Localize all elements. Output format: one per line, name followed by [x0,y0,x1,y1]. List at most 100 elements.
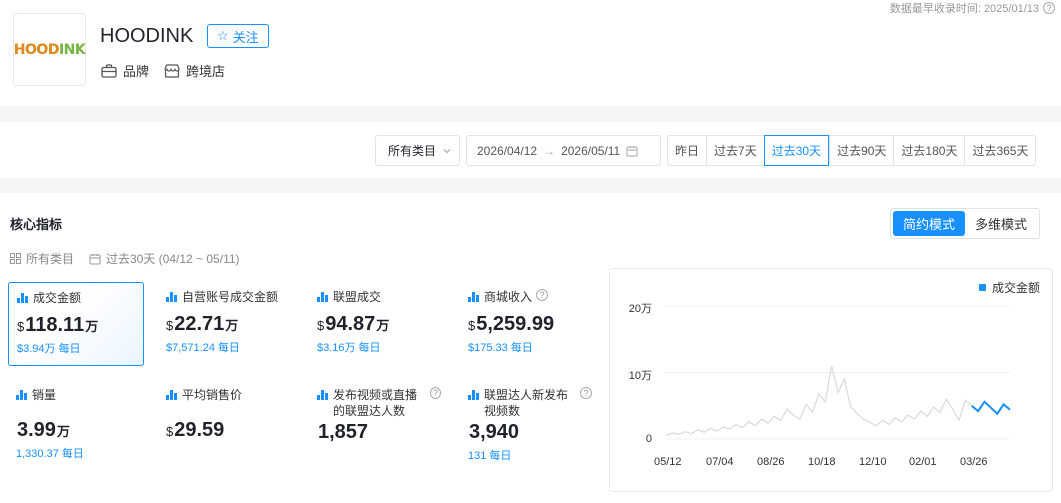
crumb-category: 所有类目 [10,250,74,267]
brand-type-tag: 品牌 [101,61,149,80]
bar-chart-icon [468,291,480,302]
help-icon[interactable]: ? [1043,2,1055,14]
bar-chart-icon [317,291,329,302]
period-tabs: 昨日 过去7天 过去30天 过去90天 过去180天 过去365天 [667,135,1037,166]
section-title: 核心指标 [10,217,63,232]
bar-chart-icon [166,389,178,400]
date-start: 2026/04/12 [477,143,538,158]
metric-value: 94.87 [325,313,376,335]
metric-card[interactable]: 自营账号成交金额 $22.71 万 $7,571.24 每日 [158,282,298,366]
metric-card[interactable]: 平均销售价 $29.59 [158,380,298,464]
metric-label: 自营账号成交金额 [182,290,279,304]
metric-label: 发布视频或直播的联盟达人数 [333,388,418,418]
help-icon[interactable]: ? [536,289,549,301]
metric-card[interactable]: 联盟达人新发布视频数? 3,940 131 每日 [460,380,600,464]
star-icon: ☆ [217,28,229,43]
metric-value: 3,940 [469,421,520,443]
metric-label: 联盟达人新发布视频数 [484,388,569,418]
metric-label: 商城收入 [484,290,533,304]
period-yesterday[interactable]: 昨日 [668,136,706,165]
help-icon[interactable]: ? [430,387,441,399]
x-tick: 10/18 [808,456,836,468]
metric-card[interactable]: 成交金额 $118.11 万 $3.94万 每日 [8,282,144,366]
mode-simple[interactable]: 简约模式 [893,211,966,236]
chevron-down-icon [443,148,451,153]
metric-value: 5,259.99 [476,313,555,335]
metric-unit: 万 [376,318,390,333]
help-icon[interactable]: ? [580,387,592,399]
x-tick: 05/12 [654,456,682,468]
metric-currency: $ [166,318,174,333]
metric-card[interactable]: 销量 3.99 万 1,330.37 每日 [8,380,148,464]
metric-daily-value: $175.33 [468,342,508,354]
metric-daily-value: 1,330.37 [16,448,59,460]
record-time: 数据最早收录时间: 2025/01/13 ? [890,0,1055,16]
metric-card[interactable]: 发布视频或直播的联盟达人数? 1,857 [309,380,449,464]
metric-currency: $ [317,318,325,333]
metric-daily-value: $7,571.24 [166,342,215,354]
metric-card[interactable]: 联盟成交 $94.87 万 $3.16万 每日 [309,282,449,366]
mode-toggle: 简约模式 多维模式 [890,208,1041,239]
period-30d[interactable]: 过去30天 [763,135,830,166]
metric-unit: 万 [225,318,239,333]
follow-button[interactable]: ☆ 关注 [207,24,269,48]
metric-unit: 万 [85,319,99,334]
mode-multi[interactable]: 多维模式 [965,211,1037,236]
x-tick: 12/10 [859,456,887,468]
metric-daily-label: 每日 [58,343,81,355]
metric-daily-value: 131 [468,450,487,462]
metric-daily-value: $3.94万 [17,343,56,355]
store-type-label: 跨境店 [186,64,226,79]
period-365d[interactable]: 过去365天 [964,136,1035,165]
metric-label: 平均销售价 [182,388,243,402]
x-tick: 08/26 [757,456,785,468]
metric-value: 22.71 [174,313,225,335]
metric-label: 联盟成交 [333,290,382,304]
period-90d[interactable]: 过去90天 [829,136,893,165]
core-metrics-panel: 核心指标 简约模式 多维模式 所有类目 过去30天 (04/12 ~ 05/11… [0,193,1061,503]
bar-chart-icon [317,389,329,400]
metric-label: 成交金额 [33,291,82,305]
crumb-category-label: 所有类目 [26,252,75,266]
category-select-value: 所有类目 [388,144,437,158]
metric-value: 3.99 [17,419,56,441]
bar-chart-icon [166,291,178,302]
trend-chart: 成交金额 20万 10万 0 05/12 07/04 08/26 10/18 12/10… [609,268,1053,492]
filter-bar: 所有类目 2026/04/12 → 2026/05/11 昨日 过去7天 过去3… [0,122,1061,178]
store-type-tag: 跨境店 [164,61,225,80]
x-tick: 07/04 [706,456,734,468]
selected-period-series-line [971,400,1011,416]
brand-name: HOODINK [100,25,194,47]
calendar-icon [626,145,638,156]
period-180d[interactable]: 过去180天 [893,136,964,165]
follow-label: 关注 [232,29,259,45]
period-7d[interactable]: 过去7天 [706,136,764,165]
metric-daily-label: 每日 [510,342,533,354]
metric-currency: $ [166,424,174,439]
metric-currency: $ [17,319,25,334]
x-tick: 03/26 [960,456,988,468]
brand-header: HOODINK HOODINK ☆ 关注 品牌 跨境店 数据最早收录时间: 20… [0,0,1061,106]
x-tick: 02/01 [909,456,937,468]
bar-chart-icon [16,389,28,400]
metric-daily-label: 每日 [217,342,240,354]
brand-logo: HOODINK [13,13,86,86]
metric-daily-label: 每日 [358,342,381,354]
category-select[interactable]: 所有类目 [375,135,460,166]
metric-label: 销量 [32,388,57,402]
metric-card[interactable]: 商城收入? $5,259.99 $175.33 每日 [460,282,600,366]
metric-value: 29.59 [174,419,225,441]
bar-chart-icon [468,389,480,400]
calendar-icon [89,253,101,264]
metric-value: 1,857 [318,421,369,443]
history-series-line [665,365,973,436]
date-range-picker[interactable]: 2026/04/12 → 2026/05/11 [466,135,661,166]
metric-value: 118.11 [25,314,85,336]
metric-unit: 万 [56,424,70,439]
metric-daily-label: 每日 [61,448,84,460]
metric-daily-value: $3.16万 [317,342,356,354]
crumb-period-label: 过去30天 (04/12 ~ 05/11) [106,252,240,266]
grid-icon [10,253,21,264]
record-time-label: 数据最早收录时间: 2025/01/13 [889,3,1039,15]
date-arrow: → [543,143,556,158]
